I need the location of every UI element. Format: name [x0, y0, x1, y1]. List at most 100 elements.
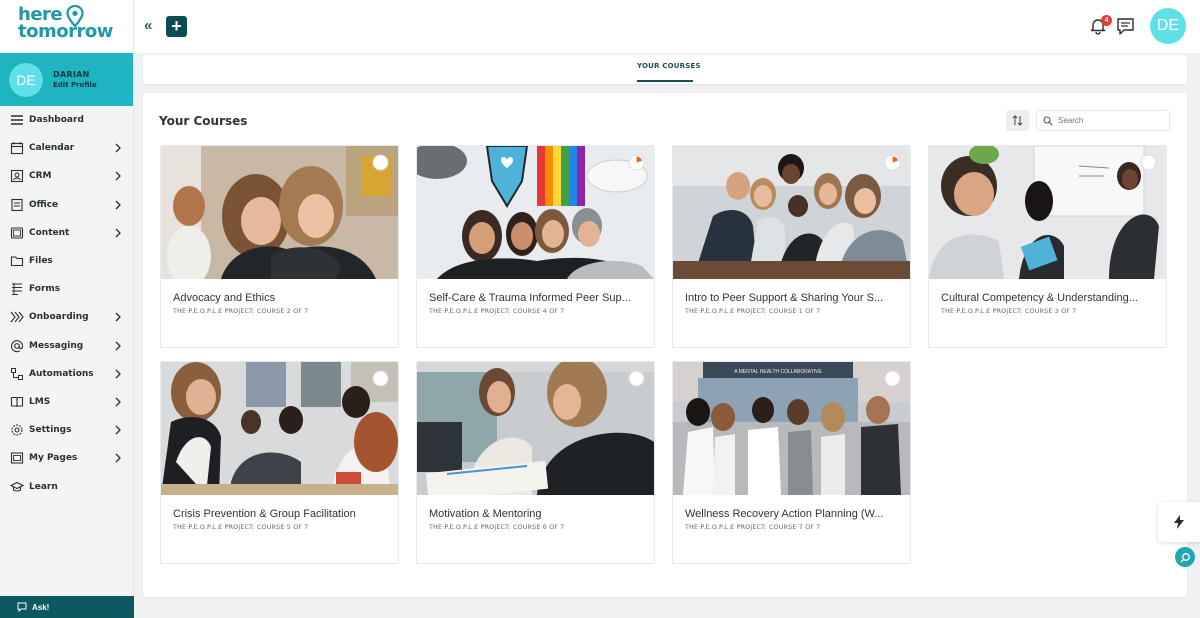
profile-card[interactable]: DE DARIAN Edit Profile [0, 53, 133, 106]
course-progress-ring [884, 370, 901, 387]
contact-icon [10, 169, 24, 183]
course-subtitle: THE P.E.O.P.L.E PROJECT: COURSE 4 OF 7 [429, 308, 565, 315]
ask-button[interactable]: Ask! [0, 596, 134, 618]
course-card[interactable]: Cultural Competency & Understanding... T… [928, 145, 1167, 348]
sort-icon [1012, 115, 1023, 126]
sidebar-item-settings[interactable]: Settings [0, 416, 133, 444]
sidebar-item-learn[interactable]: Learn [0, 472, 133, 500]
course-thumbnail [929, 146, 1166, 279]
chevron-right-icon [115, 172, 121, 181]
collapse-sidebar-button[interactable]: « [144, 17, 152, 34]
floating-search-button[interactable] [1175, 547, 1195, 567]
search-icon [1043, 115, 1053, 126]
profile-name: DARIAN [53, 70, 90, 79]
chat-icon[interactable] [1116, 17, 1135, 36]
book-icon [10, 395, 24, 409]
course-card[interactable]: Motivation & Mentoring THE P.E.O.P.L.E P… [416, 361, 655, 564]
course-progress-ring [628, 154, 645, 171]
sidebar-item-dashboard[interactable]: Dashboard [0, 106, 133, 134]
sort-button[interactable] [1006, 110, 1029, 131]
course-thumbnail [161, 362, 398, 495]
course-thumbnail [417, 146, 654, 279]
top-bar: « + 4 DE [134, 0, 1200, 53]
course-title: Advocacy and Ethics [173, 292, 276, 304]
onboarding-icon [10, 310, 24, 324]
sidebar-item-calendar[interactable]: Calendar [0, 134, 133, 162]
chevron-right-icon [115, 312, 121, 322]
folder-icon [10, 254, 24, 268]
quick-actions-button[interactable] [1158, 502, 1200, 542]
page-title: Your Courses [159, 114, 248, 128]
brand-logo[interactable]: here tomorrow [0, 0, 133, 53]
sidebar-item-lms[interactable]: LMS [0, 388, 133, 416]
content-icon [10, 226, 24, 240]
course-title: Wellness Recovery Action Planning (W... [685, 508, 884, 520]
course-title: Motivation & Mentoring [429, 508, 542, 520]
sidebar-item-crm[interactable]: CRM [0, 162, 133, 190]
tab-strip: YOUR COURSES [143, 55, 1187, 84]
forms-icon [10, 282, 24, 296]
photo-sign-text: A MENTAL HEALTH COLLABORATIVE [734, 369, 822, 375]
automation-icon [10, 367, 24, 381]
user-avatar[interactable]: DE [1150, 8, 1186, 44]
sidebar-item-my-pages[interactable]: My Pages [0, 444, 133, 472]
sidebar-item-label: Calendar [29, 143, 75, 154]
sidebar-item-label: Messaging [29, 340, 84, 351]
course-thumbnail [673, 146, 910, 279]
course-title: Crisis Prevention & Group Facilitation [173, 508, 356, 520]
sidebar-item-label: Content [29, 227, 70, 238]
calendar-icon [10, 141, 24, 155]
sidebar-item-content[interactable]: Content [0, 219, 133, 247]
course-card[interactable]: Intro to Peer Support & Sharing Your S..… [672, 145, 911, 348]
course-progress-ring [884, 154, 901, 171]
sidebar-item-label: My Pages [29, 453, 78, 464]
course-subtitle: THE P.E.O.P.L.E PROJECT: COURSE 7 OF 7 [685, 524, 821, 531]
search-input[interactable] [1058, 116, 1158, 125]
pages-icon [10, 451, 24, 465]
chevron-right-icon [115, 425, 121, 435]
course-card[interactable]: Crisis Prevention & Group Facilitation T… [160, 361, 399, 564]
chevron-right-icon [115, 453, 121, 463]
course-thumbnail: A MENTAL HEALTH COLLABORATIVE [673, 362, 910, 495]
course-card[interactable]: Advocacy and Ethics THE P.E.O.P.L.E PROJ… [160, 145, 399, 348]
course-thumbnail [161, 146, 398, 279]
course-subtitle: THE P.E.O.P.L.E PROJECT: COURSE 1 OF 7 [685, 308, 821, 315]
location-pin-icon [66, 5, 84, 27]
at-icon [10, 339, 24, 353]
course-card[interactable]: Self-Care & Trauma Informed Peer Sup... … [416, 145, 655, 348]
office-icon [10, 198, 24, 212]
sidebar-item-office[interactable]: Office [0, 191, 133, 219]
notification-badge: 4 [1101, 15, 1112, 26]
sidebar-item-label: Settings [29, 425, 72, 436]
gear-icon [10, 423, 24, 437]
course-title: Intro to Peer Support & Sharing Your S..… [685, 292, 884, 304]
menu-icon [10, 113, 24, 127]
sidebar-item-forms[interactable]: Forms [0, 275, 133, 303]
avatar[interactable]: DE [9, 62, 43, 97]
course-subtitle: THE P.E.O.P.L.E PROJECT: COURSE 6 OF 7 [429, 524, 565, 531]
chevron-right-icon [115, 228, 121, 238]
sidebar-item-label: Learn [29, 481, 58, 492]
sidebar-item-label: Onboarding [29, 312, 89, 323]
search-box[interactable] [1036, 110, 1170, 131]
sidebar-item-onboarding[interactable]: Onboarding [0, 303, 133, 331]
edit-profile-link[interactable]: Edit Profile [53, 81, 97, 89]
chevron-right-icon [115, 200, 121, 210]
courses-panel: Your Courses Search Advocacy and Ethics … [143, 93, 1187, 597]
search-icon [1180, 552, 1190, 562]
course-title: Self-Care & Trauma Informed Peer Sup... [429, 292, 631, 304]
course-progress-ring [372, 370, 389, 387]
sidebar-item-label: Forms [29, 284, 61, 295]
add-button[interactable]: + [166, 16, 187, 37]
chevron-right-icon [115, 341, 121, 351]
course-card[interactable]: A MENTAL HEALTH COLLABORATIVE Wellness R… [672, 361, 911, 564]
help-chat-icon [17, 602, 27, 612]
sidebar: here tomorrow DE DARIAN Edit Profile Das… [0, 0, 134, 618]
graduation-icon [10, 480, 24, 494]
tab-your-courses[interactable]: YOUR COURSES [637, 62, 701, 70]
ask-label: Ask! [32, 602, 50, 612]
sidebar-item-files[interactable]: Files [0, 247, 133, 275]
course-title: Cultural Competency & Understanding... [941, 292, 1138, 304]
sidebar-item-messaging[interactable]: Messaging [0, 332, 133, 360]
sidebar-item-automations[interactable]: Automations [0, 360, 133, 388]
